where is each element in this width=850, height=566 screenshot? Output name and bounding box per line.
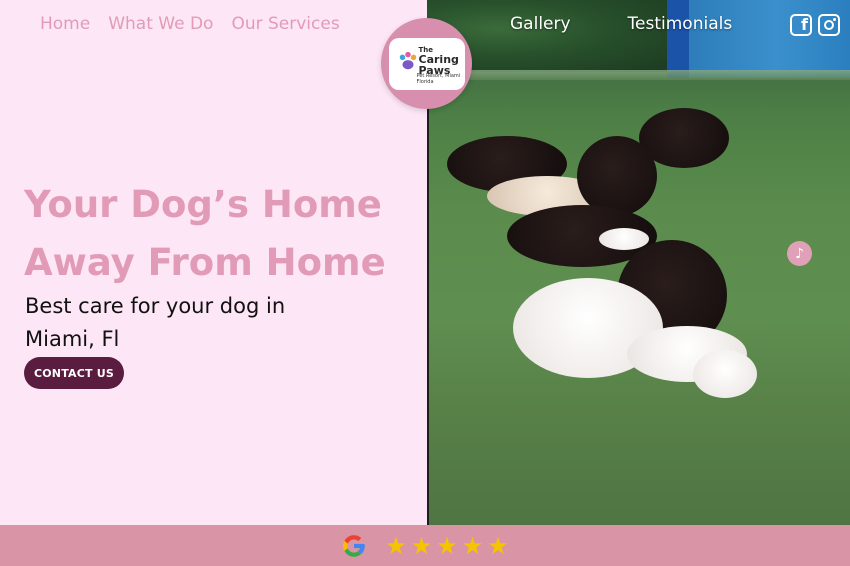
paw-icon xyxy=(399,51,416,69)
star-icon: ★ xyxy=(461,531,484,560)
blue-wall xyxy=(667,0,850,78)
nav-our-services[interactable]: Our Services xyxy=(231,14,339,34)
primary-nav-left: Home What We Do Our Services xyxy=(40,14,340,34)
nav-testimonials[interactable]: Testimonials xyxy=(628,14,733,34)
instagram-icon[interactable] xyxy=(818,14,840,36)
nav-gallery[interactable]: Gallery xyxy=(510,14,571,34)
dog-black-center-head xyxy=(577,136,657,216)
dog-white-paws xyxy=(599,228,649,250)
hero-subtitle: Best care for your dog in Miami, Fl xyxy=(25,294,286,351)
hero-photo xyxy=(427,0,850,525)
music-note-icon[interactable]: ♪ xyxy=(787,241,812,266)
site-logo[interactable]: The Caring Paws Pet Resort, Miami Florid… xyxy=(381,18,472,109)
hero-title: Your Dog’s Home Away From Home xyxy=(24,183,386,284)
star-icon: ★ xyxy=(487,531,509,560)
star-rating: ★ ★ ★ ★ ★ xyxy=(385,533,509,559)
star-icon: ★ xyxy=(385,531,407,560)
star-icon: ★ xyxy=(436,531,458,560)
logo-tagline: Pet Resort, Miami Florida xyxy=(416,72,461,85)
google-icon[interactable] xyxy=(341,533,367,559)
contact-us-button[interactable]: CONTACT US xyxy=(24,357,124,389)
social-links: f xyxy=(790,14,840,36)
nav-home[interactable]: Home xyxy=(40,14,90,34)
facebook-icon[interactable]: f xyxy=(790,14,812,36)
star-icon: ★ xyxy=(410,531,433,560)
rating-bar: ★ ★ ★ ★ ★ xyxy=(0,525,850,566)
primary-nav-right: Gallery Testimonials xyxy=(510,14,732,34)
dog-front-leg xyxy=(693,350,757,398)
logo-wordmark: The Caring Paws xyxy=(418,45,459,77)
nav-what-we-do[interactable]: What We Do xyxy=(108,14,213,34)
